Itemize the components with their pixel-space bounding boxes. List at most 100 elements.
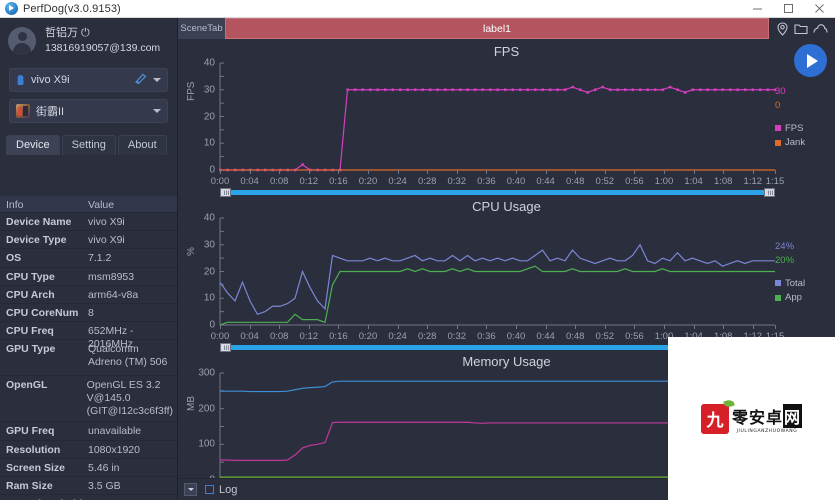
current-value: 24% [775, 241, 795, 252]
info-key: Device Type [6, 234, 67, 247]
table-row[interactable]: Resolution 1080x1920 [0, 441, 177, 459]
chart-title: FPS [493, 44, 520, 59]
x-tick: 0:04 [240, 176, 259, 187]
legend-swatch [775, 295, 781, 302]
table-row[interactable]: OpenGL OpenGL ES 3.2 V@145.0 (GIT@I12c3c6… [0, 376, 177, 423]
title-bar: PerfDog(v3.0.9153) [0, 0, 835, 18]
table-row[interactable]: OS 7.1.2 [0, 249, 177, 268]
table-row[interactable]: Ram Size 3.5 GB [0, 477, 177, 496]
checkbox-box[interactable] [205, 485, 214, 494]
current-value: 0 [775, 99, 781, 111]
x-tick: 0:32 [447, 331, 467, 342]
chart-legend: 30 0 FPS Jank [775, 85, 829, 150]
chart-svg [219, 63, 777, 172]
perfdog-logo-icon [5, 2, 18, 15]
watermark-pinyin: JIULINGANZHUOWANG [736, 428, 798, 434]
legend-swatch [775, 125, 781, 132]
info-value: 8 [88, 306, 94, 319]
x-tick: 1:12 [743, 176, 763, 187]
info-value: 5.46 in [88, 461, 120, 474]
x-tick: 0:32 [447, 176, 467, 187]
info-key: GPU Freq [6, 425, 55, 438]
collapse-panel-button[interactable] [184, 483, 197, 496]
scene-tab[interactable]: SceneTab [178, 18, 225, 39]
table-row[interactable]: CPU Freq 652MHz - 2016MHz [0, 322, 177, 350]
table-row[interactable]: GPU Type Qualcomm Adreno (TM) 506 [0, 340, 177, 377]
table-row[interactable]: CPU Arch arm64-v8a [0, 286, 177, 304]
x-tick: 0:24 [388, 176, 407, 187]
game-app-icon [16, 104, 30, 118]
edit-pencil-icon[interactable] [134, 73, 147, 87]
info-value: 3.5 GB [88, 479, 121, 492]
cloud-icon[interactable] [813, 23, 828, 34]
table-row[interactable]: LMK Threshold216MB [0, 495, 177, 500]
app-selector[interactable]: 街霸II [9, 99, 168, 123]
y-tick: 200 [198, 403, 215, 415]
legend-item[interactable]: FPS [775, 122, 829, 136]
device-selector[interactable]: vivo X9i [9, 68, 168, 92]
legend-item[interactable]: App [775, 291, 829, 305]
table-row[interactable]: CPU Type msm8953 [0, 268, 177, 286]
current-value: 20% [775, 254, 795, 266]
start-record-button[interactable] [794, 44, 827, 77]
x-tick: 0:28 [417, 176, 437, 187]
y-tick: 40 [203, 57, 215, 69]
legend-item[interactable]: Total [775, 277, 829, 291]
legend-swatch [775, 140, 781, 147]
avatar[interactable] [8, 27, 36, 55]
y-tick: 300 [198, 367, 215, 379]
info-key: CPU Arch [6, 288, 55, 301]
info-key: OS [6, 252, 22, 265]
x-tick: 0:36 [477, 176, 496, 187]
chevron-down-icon[interactable] [153, 78, 161, 82]
x-tick: 0:20 [358, 176, 378, 187]
minimize-button[interactable] [742, 0, 773, 18]
location-pin-icon[interactable] [776, 21, 789, 36]
legend-item[interactable]: Jank [775, 136, 829, 150]
table-header-row: Info Value [0, 196, 177, 213]
maximize-button[interactable] [773, 0, 804, 18]
info-value: 216MB [86, 495, 177, 500]
chart-fps: FPS FPS 0 10 20 30 40 0:00 0:04 0:08 0:12 0:16 0:20 0… [178, 39, 835, 197]
x-tick: 1:08 [713, 176, 733, 187]
info-value: vivo X9i [88, 216, 125, 228]
y-axis-label: MB [186, 396, 197, 411]
log-checkbox[interactable]: Log [205, 484, 237, 496]
watermark-text2: 卓 [765, 407, 783, 427]
plot-area[interactable]: 0 10 20 30 40 0:00 0:04 0:08 0:12 0:16 0:20 0:24 0:2… [204, 213, 784, 343]
table-row[interactable]: Device Type vivo X9i [0, 231, 177, 250]
watermark-seal-icon: 九 [700, 398, 735, 434]
close-button[interactable] [804, 0, 835, 18]
table-row[interactable]: GPU Freq unavailable [0, 422, 177, 441]
info-value: 1080x1920 [88, 443, 140, 456]
x-tick: 0:16 [329, 331, 348, 342]
info-key: CPU Freq [6, 325, 54, 338]
tab-device[interactable]: Device [6, 135, 60, 155]
info-key: Screen Size [6, 461, 65, 474]
x-tick: 0:04 [240, 331, 259, 342]
x-tick: 0:12 [299, 176, 319, 187]
table-row[interactable]: CPU CoreNum 8 [0, 304, 177, 323]
tab-about[interactable]: About [117, 135, 167, 155]
chevron-down-icon[interactable] [153, 109, 161, 113]
top-icon-group [769, 18, 835, 39]
folder-icon[interactable] [794, 23, 808, 35]
account-email: 13816919057@139.com [45, 42, 161, 55]
table-row[interactable]: Device Name vivo X9i [0, 213, 177, 232]
log-label: Log [219, 483, 238, 496]
table-row[interactable]: Screen Size 5.46 in [0, 459, 177, 477]
x-tick: 0:08 [269, 176, 289, 187]
label-bar[interactable]: label1 [225, 18, 769, 39]
plot-area[interactable]: 0 10 20 30 40 0:00 0:04 0:08 0:12 0:16 0:20 0:24 0:2… [204, 58, 784, 188]
perfdog-window: PerfDog(v3.0.9153) 哲铝万 ⏻ 13816919057@139… [0, 0, 835, 500]
info-key: Resolution [6, 443, 61, 456]
legend-label: Jank [785, 137, 806, 149]
info-value: OpenGL ES 3.2 V@145.0 (GIT@I12c3c6f3ff) [86, 379, 173, 417]
x-tick: 0:56 [625, 331, 644, 342]
y-tick: 20 [203, 111, 215, 122]
info-key: LMK Threshold [0, 495, 86, 500]
chart-cpu-usage: CPU Usage% 0 10 20 30 40 0:00 0:04 0:08 0:12 0:16 0… [178, 194, 835, 352]
tab-setting[interactable]: Setting [61, 135, 116, 155]
y-tick: 0 [209, 319, 215, 331]
scene-bar: SceneTab label1 [178, 18, 835, 39]
